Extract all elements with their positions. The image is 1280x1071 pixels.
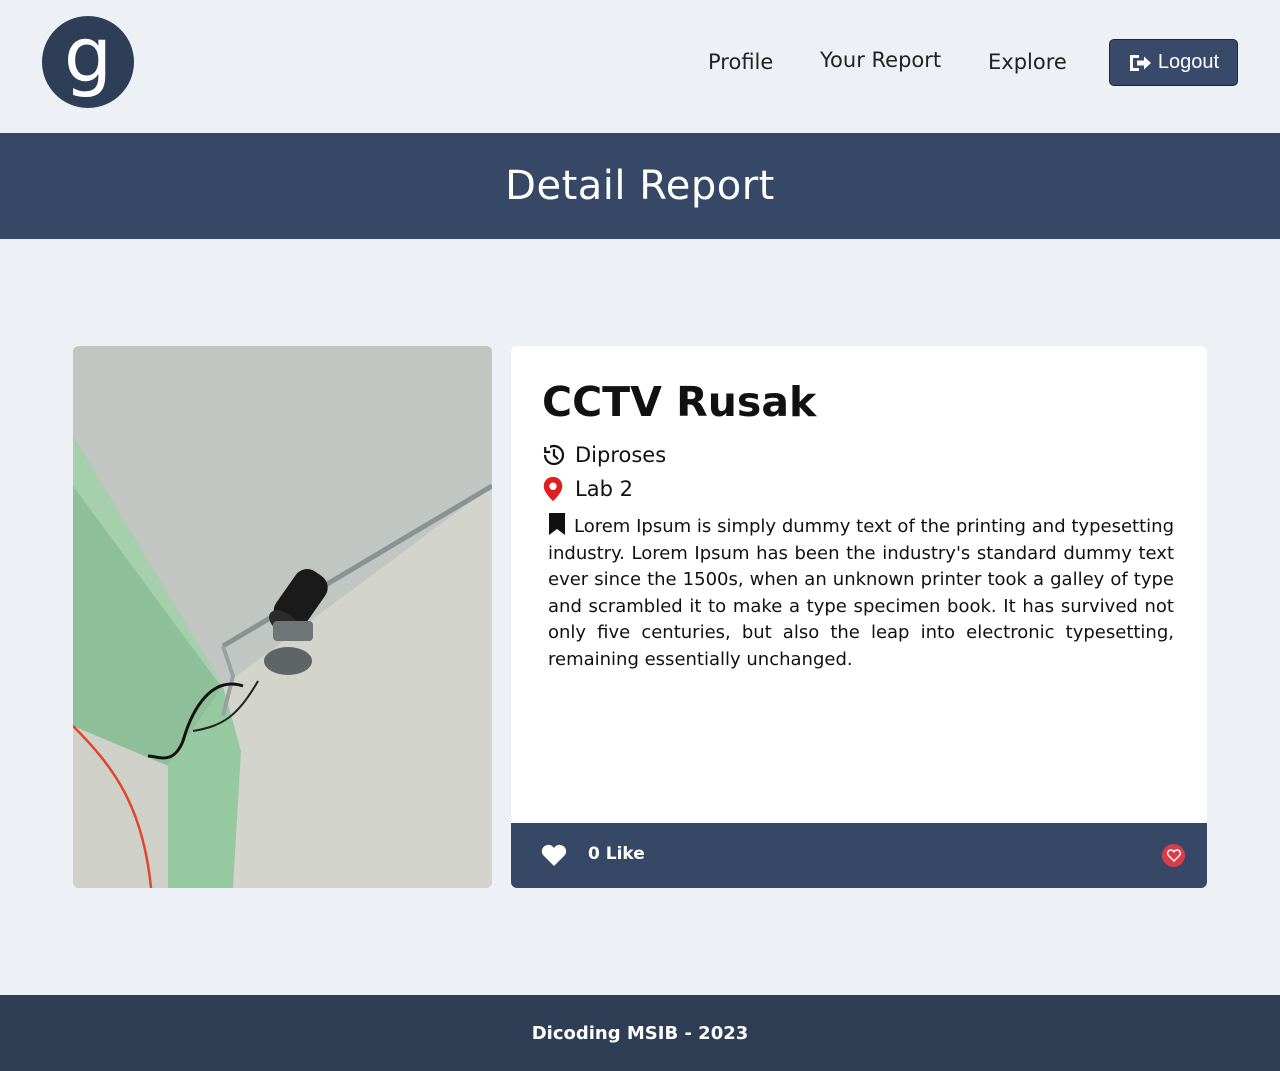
report-description: Lorem Ipsum is simply dummy text of the … bbox=[548, 516, 1174, 670]
report-location: Lab 2 bbox=[575, 477, 633, 501]
bookmark-icon bbox=[549, 513, 565, 535]
logout-icon bbox=[1129, 54, 1151, 71]
logout-button[interactable]: Logout bbox=[1109, 39, 1238, 86]
report-photo bbox=[73, 346, 492, 888]
map-pin-icon bbox=[543, 476, 563, 502]
nav-link-explore[interactable]: Explore bbox=[988, 50, 1067, 74]
heart-outline-icon bbox=[1166, 849, 1181, 862]
like-count: 0 Like bbox=[588, 844, 645, 864]
report-status-row: Diproses bbox=[541, 442, 666, 468]
cctv-photo-image bbox=[73, 346, 492, 888]
report-title: CCTV Rusak bbox=[542, 378, 817, 426]
navbar: g Profile Your Report Explore Logout bbox=[0, 0, 1280, 133]
nav-link-your-report[interactable]: Your Report bbox=[820, 48, 941, 72]
page-banner: Detail Report bbox=[0, 133, 1280, 239]
logout-label: Logout bbox=[1157, 51, 1220, 73]
nav-link-profile[interactable]: Profile bbox=[708, 50, 773, 74]
report-description-block: Lorem Ipsum is simply dummy text of the … bbox=[548, 513, 1174, 673]
report-status: Diproses bbox=[575, 443, 667, 467]
history-icon bbox=[542, 444, 565, 466]
logo[interactable]: g bbox=[42, 16, 134, 108]
like-button[interactable] bbox=[1162, 844, 1185, 867]
site-footer: Dicoding MSIB - 2023 bbox=[0, 995, 1280, 1071]
logo-glyph: g bbox=[63, 10, 113, 99]
heart-icon bbox=[541, 844, 567, 866]
report-card-footer: 0 Like bbox=[511, 823, 1207, 888]
page-title: Detail Report bbox=[505, 163, 775, 209]
footer-text: Dicoding MSIB - 2023 bbox=[531, 1022, 749, 1044]
report-card: CCTV Rusak Diproses Lab 2 Lorem Ipsum is… bbox=[511, 346, 1207, 888]
report-location-row: Lab 2 bbox=[541, 476, 633, 502]
